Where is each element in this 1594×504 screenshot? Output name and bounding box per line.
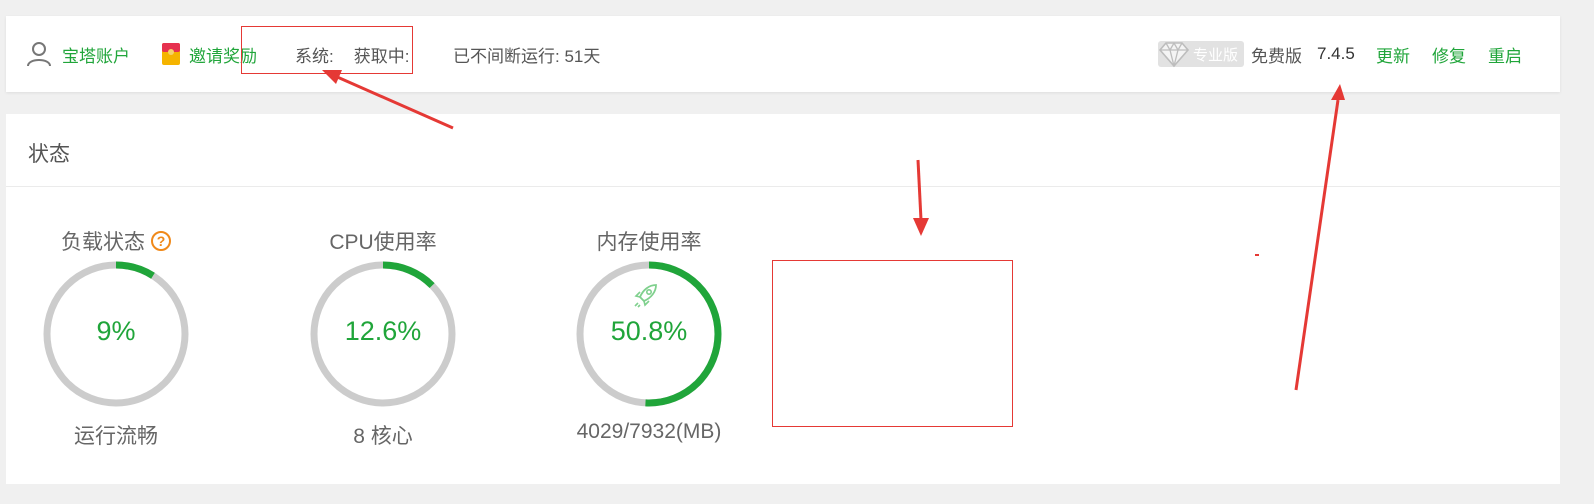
annotation-arrows <box>322 70 1345 391</box>
page: 宝塔账户 邀请奖励 系统: 获取中: 已不间断运行: 51天 专业版 免费版 7… <box>0 0 1594 504</box>
annotation-arrowhead <box>913 218 929 236</box>
annotation-arrow <box>916 159 923 221</box>
annotation-arrow <box>1294 99 1340 391</box>
annotation-arrowhead <box>322 70 342 84</box>
annotation-arrowhead <box>1331 84 1345 100</box>
annotation-arrow <box>334 74 454 130</box>
